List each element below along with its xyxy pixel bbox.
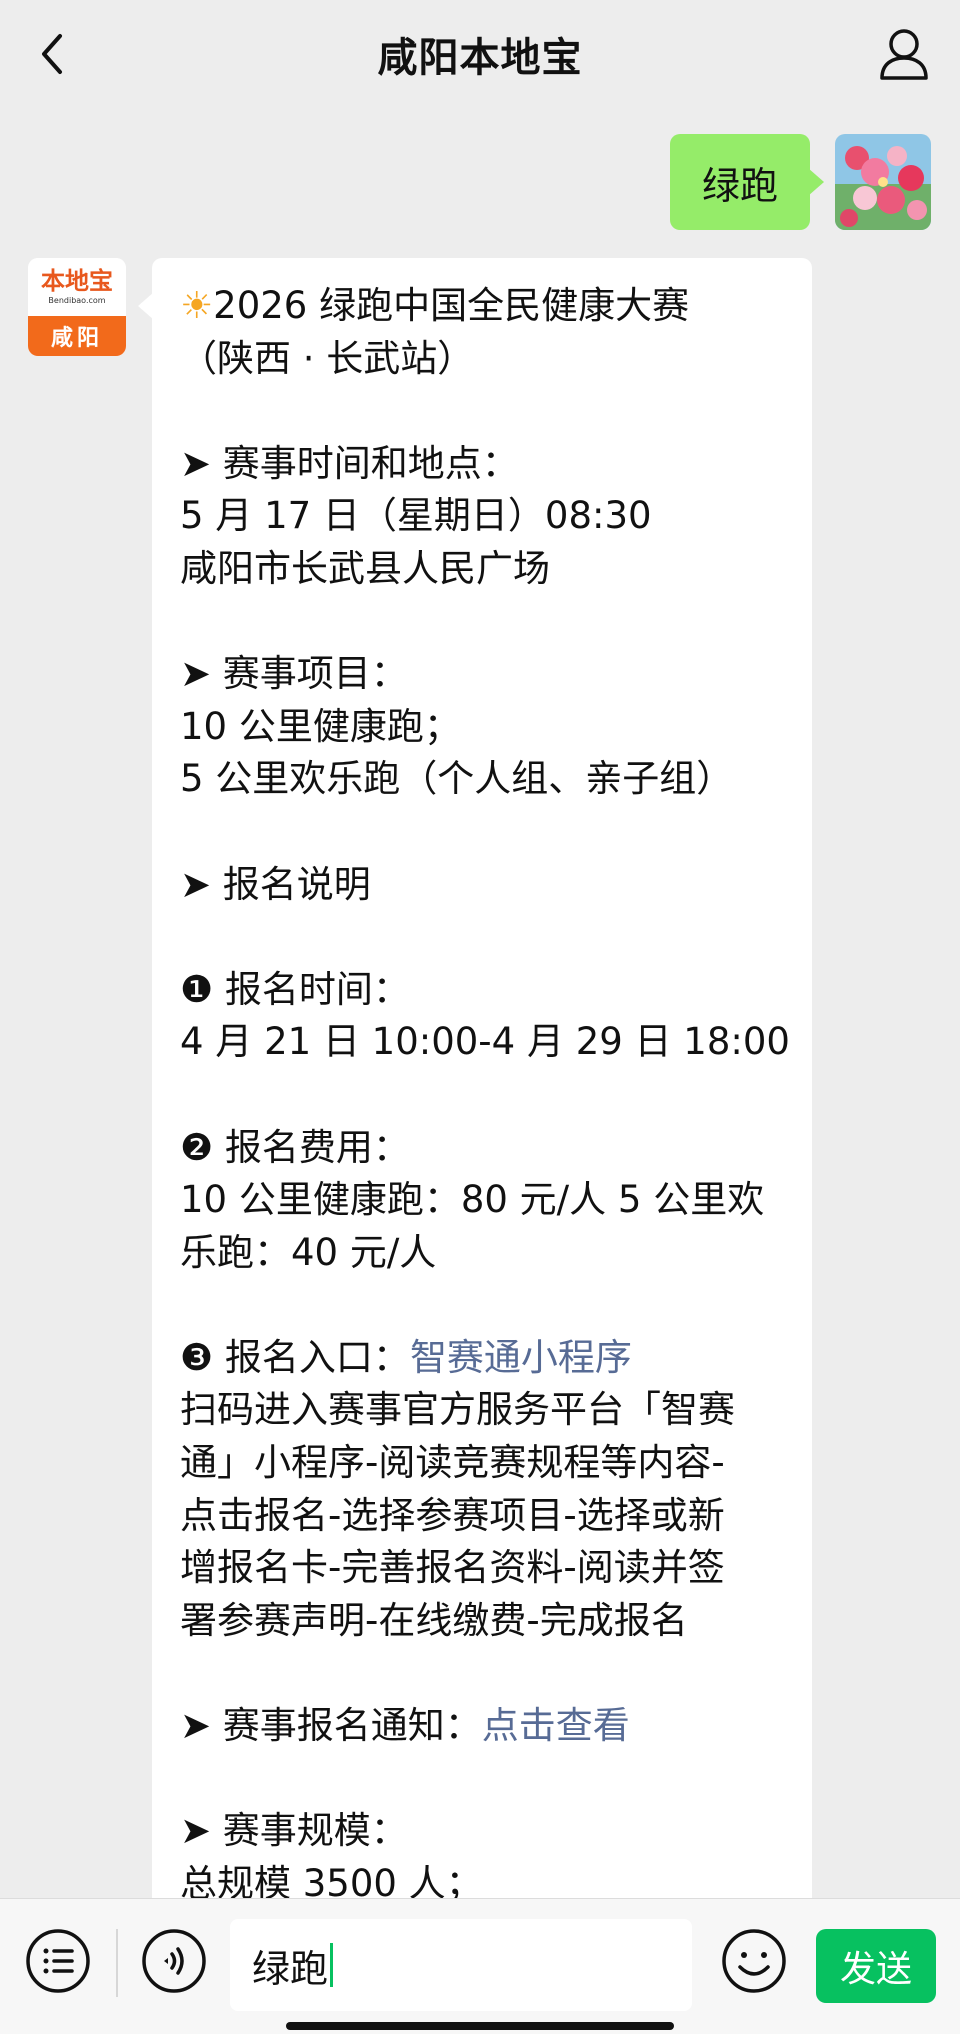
message-input-value: 绿跑 xyxy=(252,1946,329,1991)
incoming-message[interactable]: ☀2026 绿跑中国全民健康大赛 （陕西 · 长武站） ➤ 赛事时间和地点： 5… xyxy=(138,258,812,1898)
message-line xyxy=(180,596,784,649)
message-line: ➤ 赛事规模： xyxy=(180,1809,408,1853)
message-line: ❸ 报名入口：智赛通小程序 xyxy=(180,1332,784,1385)
message-line: 乐跑：40 元/人 xyxy=(180,1230,437,1274)
avatar-logo-text: 本地宝 xyxy=(41,267,113,295)
emoji-button[interactable] xyxy=(720,1927,788,1995)
message-line: 署参赛声明-在线缴费-完成报名 xyxy=(180,1598,688,1642)
flower-avatar-image xyxy=(835,134,931,230)
message-line: 扫码进入赛事官方服务平台「智赛 xyxy=(180,1388,735,1432)
message-line: ❷ 报名费用： xyxy=(180,1125,410,1169)
message-line: ➤ 赛事时间和地点： xyxy=(180,441,519,485)
message-line: 点击报名-选择参赛项目-选择或新 xyxy=(180,1493,725,1537)
user-profile-icon xyxy=(880,29,928,80)
input-bar: 绿跑 发送 xyxy=(0,1898,960,2034)
message-line: 5 公里欢乐跑（个人组、亲子组） xyxy=(180,757,734,801)
avatar-city: 咸阳 xyxy=(28,316,126,356)
emoji-icon xyxy=(722,1929,786,1993)
bar-divider xyxy=(116,1929,118,1997)
outgoing-message[interactable]: 绿跑 xyxy=(669,134,825,230)
message-line: （陕西 · 长武站） xyxy=(180,336,475,380)
chat-header: 咸阳本地宝 xyxy=(0,0,960,108)
send-button[interactable]: 发送 xyxy=(816,1929,936,2003)
chat-title: 咸阳本地宝 xyxy=(377,35,583,81)
message-line: 4 月 21 日 10:00-4 月 29 日 18:00 xyxy=(180,1020,790,1064)
message-line xyxy=(180,1069,784,1122)
message-line: ☀2026 绿跑中国全民健康大赛 xyxy=(180,280,784,333)
message-line-text: ➤ 赛事报名通知： xyxy=(180,1704,482,1748)
outgoing-message-text: 绿跑 xyxy=(701,163,778,208)
message-line: 咸阳市长武县人民广场 xyxy=(180,546,550,590)
message-line xyxy=(180,385,784,438)
message-line: 10 公里健康跑：80 元/人 5 公里欢 xyxy=(180,1178,765,1222)
message-line: 通」小程序-阅读竞赛规程等内容- xyxy=(180,1441,725,1485)
message-line: ❶ 报名时间： xyxy=(180,967,410,1011)
home-indicator[interactable] xyxy=(286,2022,674,2030)
official-account-avatar[interactable]: 本地宝 Bendibao.com 咸阳 xyxy=(28,258,126,356)
profile-button[interactable] xyxy=(876,24,932,84)
voice-button[interactable] xyxy=(140,1927,208,1995)
voice-icon xyxy=(142,1929,206,1993)
message-input[interactable]: 绿跑 xyxy=(230,1919,692,2011)
message-line-text: 2026 绿跑中国全民健康大赛 xyxy=(213,284,690,327)
message-line: ➤ 报名说明 xyxy=(180,862,371,906)
view-notice-link[interactable]: 点击查看 xyxy=(482,1704,630,1747)
sun-emoji: ☀ xyxy=(180,284,214,327)
message-line: 10 公里健康跑； xyxy=(180,704,461,748)
message-line xyxy=(180,1753,784,1806)
menu-button[interactable] xyxy=(24,1927,92,1995)
avatar-logo-sub: Bendibao.com xyxy=(48,296,106,305)
back-button[interactable] xyxy=(30,26,80,82)
message-line: ➤ 赛事报名通知：点击查看 xyxy=(180,1700,784,1753)
chevron-left-icon xyxy=(42,34,62,74)
message-line xyxy=(180,911,784,964)
mini-program-link[interactable]: 智赛通小程序 xyxy=(410,1336,632,1379)
message-line xyxy=(180,806,784,859)
message-line: ➤ 赛事项目： xyxy=(180,652,408,696)
message-line: 5 月 17 日（星期日）08:30 xyxy=(180,494,652,538)
chat-area[interactable]: 绿跑 本地宝 Bendibao.com 咸阳 ☀2026 绿跑中国全民健康大赛 … xyxy=(0,108,960,1898)
message-line: 总规模 3500 人； xyxy=(180,1861,483,1898)
text-caret xyxy=(330,1943,334,1987)
message-line xyxy=(180,1279,784,1332)
my-avatar[interactable] xyxy=(835,134,931,230)
message-line: 增报名卡-完善报名资料-阅读并签 xyxy=(180,1546,725,1590)
message-line-text: ❸ 报名入口： xyxy=(180,1335,410,1379)
message-line xyxy=(180,1647,784,1700)
menu-list-icon xyxy=(26,1929,90,1993)
